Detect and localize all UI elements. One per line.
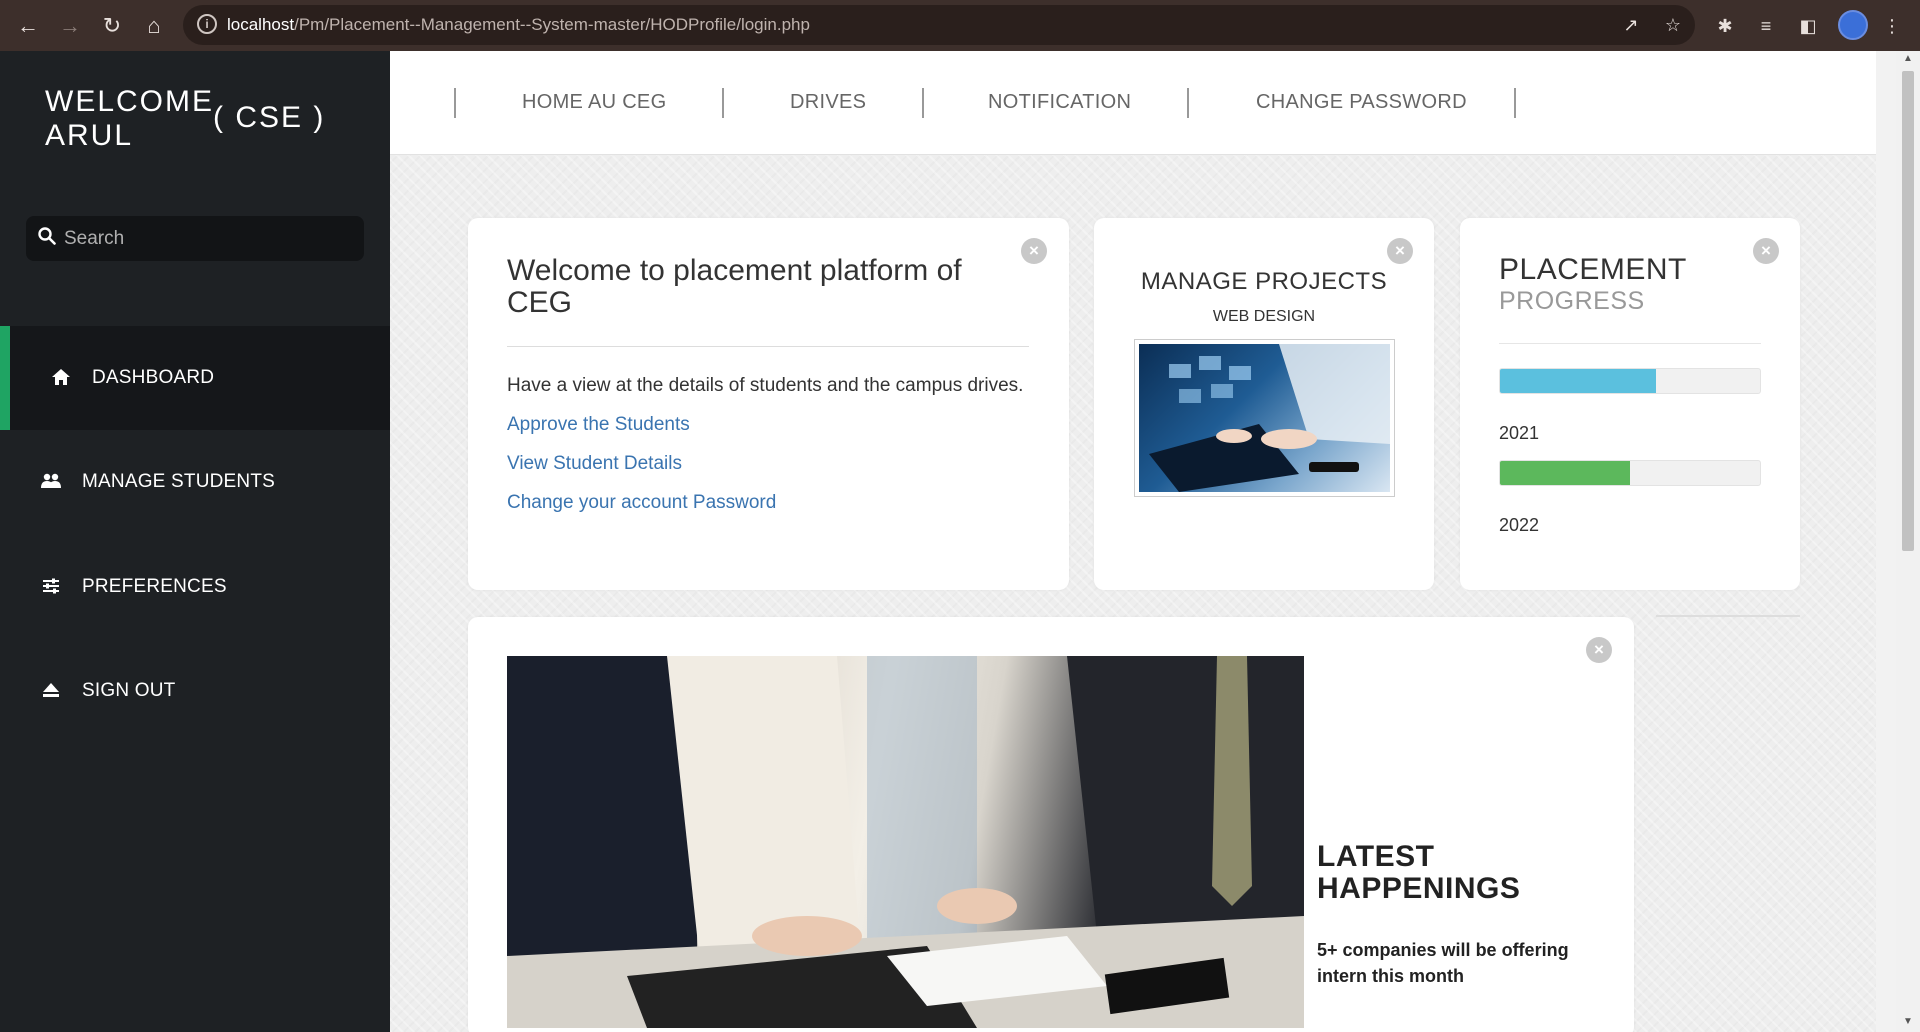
- nav-separator: [1514, 88, 1516, 118]
- welcome-card: × Welcome to placement platform of CEG H…: [468, 218, 1069, 590]
- welcome-heading: WELCOME ARUL: [45, 85, 214, 153]
- view-student-details-link[interactable]: View Student Details: [507, 453, 682, 475]
- latest-happenings-card: × LATEST HAPPENINGS 5+ companies will be…: [468, 617, 1634, 1032]
- close-icon[interactable]: ×: [1586, 637, 1612, 663]
- manage-projects-card: × MANAGE PROJECTS WEB DESIGN: [1094, 218, 1434, 590]
- progress-card-subtitle: PROGRESS: [1499, 287, 1645, 315]
- nav-separator: [722, 88, 724, 118]
- nav-separator: [454, 88, 456, 118]
- eject-icon: [43, 683, 59, 697]
- welcome-card-title: Welcome to placement platform of CEG: [507, 254, 962, 319]
- reading-list-icon[interactable]: ≡: [1752, 12, 1780, 40]
- forward-arrow-icon[interactable]: →: [54, 10, 86, 42]
- sidebar-item-label: SIGN OUT: [82, 680, 176, 701]
- share-icon[interactable]: ↗: [1619, 13, 1643, 37]
- url-text[interactable]: localhost/Pm/Placement--Management--Syst…: [227, 15, 810, 35]
- sidebar-item-label: PREFERENCES: [82, 576, 227, 597]
- scrollbar-thumb[interactable]: [1902, 71, 1914, 551]
- reload-icon[interactable]: ↻: [96, 10, 128, 42]
- main-content: × Welcome to placement platform of CEG H…: [390, 155, 1876, 1032]
- progress-label-2022: 2022: [1499, 515, 1540, 535]
- sidebar-item-label: MANAGE STUDENTS: [82, 471, 276, 492]
- scroll-up-icon[interactable]: ▲: [1902, 53, 1914, 64]
- extensions-icon[interactable]: ✱: [1711, 12, 1739, 40]
- placement-progress-card: × PLACEMENT PROGRESS 2021 2022: [1460, 218, 1800, 590]
- browser-toolbar: ← → ↻ ⌂ i localhost/Pm/Placement--Manage…: [0, 0, 1920, 51]
- nav-link-change-password[interactable]: CHANGE PASSWORD: [1256, 91, 1467, 114]
- users-icon: [41, 473, 61, 488]
- bookmark-star-icon[interactable]: ☆: [1661, 13, 1685, 37]
- search-icon: [38, 227, 56, 245]
- search-box[interactable]: [26, 216, 364, 261]
- nav-separator: [1187, 88, 1189, 118]
- sidebar-item-label: DASHBOARD: [92, 367, 215, 388]
- page-scrollbar[interactable]: ▲ ▼: [1896, 51, 1920, 1032]
- scroll-down-icon[interactable]: ▼: [1902, 1016, 1914, 1027]
- divider: [1499, 343, 1761, 344]
- close-icon[interactable]: ×: [1387, 238, 1413, 264]
- home-icon: [52, 369, 70, 385]
- projects-card-subtitle: WEB DESIGN: [1212, 308, 1316, 325]
- sidebar: WELCOME ARUL ( CSE ) DASHBOARD MANAGE ST…: [0, 51, 390, 1032]
- nav-link-drives[interactable]: DRIVES: [790, 91, 866, 114]
- divider: [1656, 615, 1800, 617]
- welcome-label: WELCOME: [45, 85, 215, 118]
- projects-card-title: MANAGE PROJECTS: [1140, 268, 1388, 295]
- address-bar[interactable]: i localhost/Pm/Placement--Management--Sy…: [183, 5, 1695, 45]
- side-panel-icon[interactable]: ◧: [1794, 12, 1822, 40]
- change-password-link[interactable]: Change your account Password: [507, 492, 776, 514]
- site-info-icon[interactable]: i: [197, 14, 217, 34]
- progress-fill: [1500, 461, 1630, 485]
- nav-separator: [922, 88, 924, 118]
- close-icon[interactable]: ×: [1753, 238, 1779, 264]
- latest-happenings-text: 5+ companies will be offering intern thi…: [1317, 940, 1569, 986]
- nav-link-home[interactable]: HOME AU CEG: [522, 91, 666, 114]
- meeting-photo: [507, 656, 1304, 1028]
- top-navigation: HOME AU CEG DRIVES NOTIFICATION CHANGE P…: [390, 51, 1876, 155]
- home-button-icon[interactable]: ⌂: [138, 10, 170, 42]
- latest-happenings-title: LATEST HAPPENINGS: [1317, 840, 1521, 905]
- welcome-card-text: Have a view at the details of students a…: [507, 375, 1024, 396]
- divider: [507, 346, 1029, 347]
- user-name: ARUL: [45, 119, 134, 152]
- profile-avatar[interactable]: [1838, 10, 1868, 40]
- progress-label-2021: 2021: [1499, 423, 1540, 443]
- project-image: [1134, 339, 1395, 497]
- search-input[interactable]: [64, 222, 354, 255]
- approve-students-link[interactable]: Approve the Students: [507, 414, 690, 436]
- progress-card-title: PLACEMENT: [1499, 253, 1687, 286]
- nav-link-notification[interactable]: NOTIFICATION: [988, 91, 1131, 114]
- laptop-illustration: [1149, 344, 1390, 492]
- sidebar-item-preferences[interactable]: PREFERENCES: [0, 535, 390, 639]
- progress-bar-2022: [1499, 460, 1761, 486]
- url-path: /Pm/Placement--Management--System-master…: [294, 15, 810, 34]
- laptop-photo: [1139, 344, 1390, 492]
- progress-bar-2021: [1499, 368, 1761, 394]
- url-host: localhost: [227, 15, 295, 34]
- business-meeting-image: [507, 656, 1304, 1028]
- back-arrow-icon[interactable]: ←: [12, 10, 44, 42]
- department-label: ( CSE ): [213, 101, 326, 134]
- progress-fill: [1500, 369, 1656, 393]
- menu-kebab-icon[interactable]: ⋮: [1878, 12, 1906, 40]
- sidebar-item-sign-out[interactable]: SIGN OUT: [0, 639, 390, 743]
- sliders-icon: [43, 578, 59, 594]
- sidebar-item-manage-students[interactable]: MANAGE STUDENTS: [0, 430, 390, 534]
- sidebar-item-dashboard[interactable]: DASHBOARD: [0, 326, 390, 430]
